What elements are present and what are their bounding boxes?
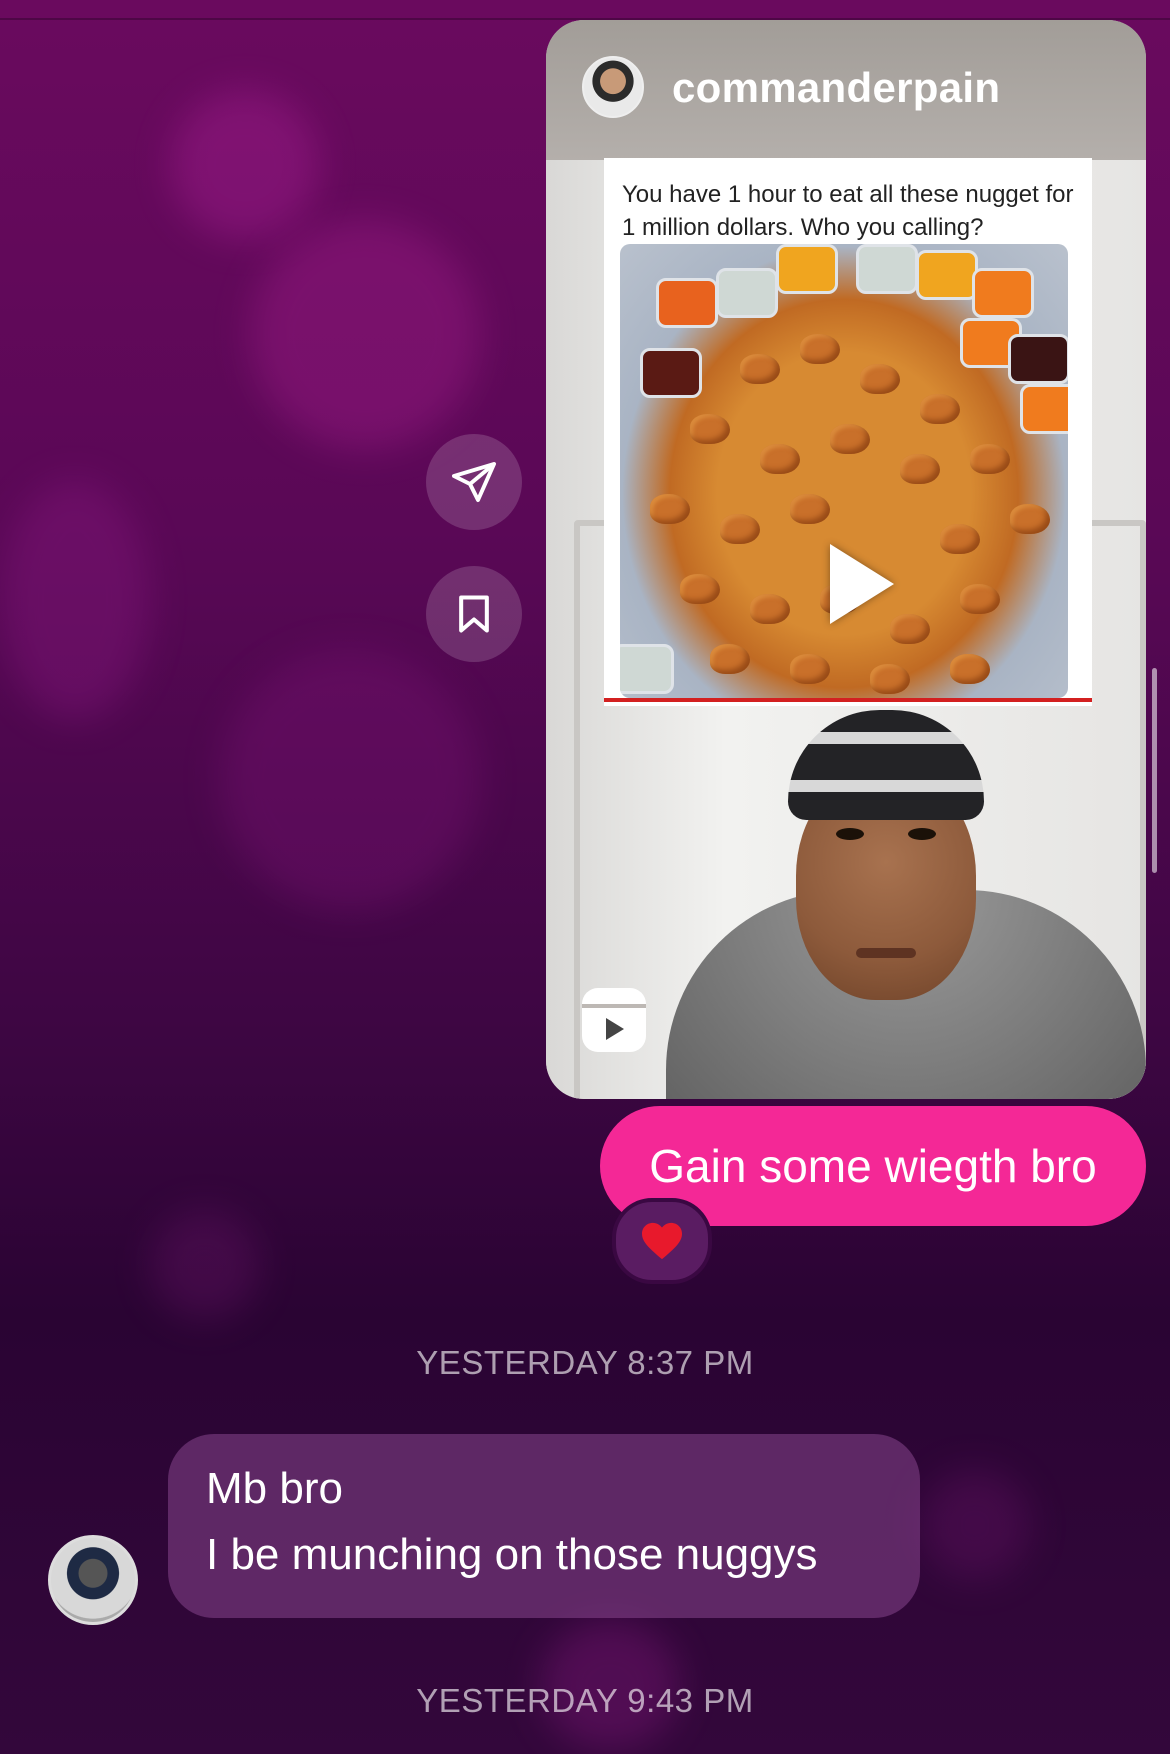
sauce-cup bbox=[856, 244, 918, 294]
reel-author-avatar[interactable] bbox=[582, 56, 644, 118]
nugget bbox=[650, 494, 690, 524]
nugget bbox=[870, 664, 910, 694]
background-heart bbox=[150, 1210, 260, 1320]
message-timestamp: YESTERDAY 8:37 PM bbox=[416, 1344, 754, 1381]
sauce-cup bbox=[972, 268, 1034, 318]
save-button[interactable] bbox=[426, 566, 522, 662]
mouth bbox=[856, 948, 916, 958]
nugget bbox=[720, 514, 760, 544]
nugget bbox=[1010, 504, 1050, 534]
sauce-cup bbox=[656, 278, 718, 328]
nugget bbox=[970, 444, 1010, 474]
received-message-bubble[interactable]: Mb bro I be munching on those nuggys bbox=[168, 1434, 920, 1618]
nugget bbox=[790, 494, 830, 524]
nugget bbox=[760, 444, 800, 474]
post-divider-line bbox=[604, 698, 1092, 702]
background-heart bbox=[250, 220, 480, 450]
sauce-cup bbox=[916, 250, 978, 300]
nugget bbox=[800, 334, 840, 364]
sauce-cup bbox=[776, 244, 838, 294]
nugget bbox=[790, 654, 830, 684]
shared-reel-card[interactable]: commanderpain You have 1 hour to eat all… bbox=[546, 20, 1146, 1099]
nugget-image bbox=[620, 244, 1068, 698]
sauce-cup bbox=[640, 348, 702, 398]
reel-header[interactable]: commanderpain bbox=[546, 20, 1146, 160]
background-heart bbox=[220, 650, 480, 910]
nugget bbox=[920, 394, 960, 424]
sent-message-text: Gain some wiegth bro bbox=[649, 1140, 1097, 1192]
reel-creator-video bbox=[646, 710, 1146, 1099]
nugget bbox=[740, 354, 780, 384]
play-icon[interactable] bbox=[830, 544, 894, 624]
reel-embedded-post: You have 1 hour to eat all these nugget … bbox=[604, 158, 1092, 706]
background-heart bbox=[0, 480, 150, 720]
beanie bbox=[788, 710, 984, 820]
red-heart-icon bbox=[642, 1222, 682, 1260]
bookmark-icon bbox=[459, 595, 489, 633]
nugget bbox=[890, 614, 930, 644]
paper-plane-icon bbox=[452, 462, 496, 502]
nugget bbox=[680, 574, 720, 604]
nugget bbox=[690, 414, 730, 444]
scrollbar[interactable] bbox=[1152, 668, 1157, 873]
nugget bbox=[950, 654, 990, 684]
received-message-line: Mb bro bbox=[206, 1464, 343, 1513]
nugget bbox=[960, 584, 1000, 614]
share-button[interactable] bbox=[426, 434, 522, 530]
sender-avatar[interactable] bbox=[48, 1535, 138, 1625]
nugget bbox=[940, 524, 980, 554]
eye bbox=[836, 828, 864, 840]
sauce-cup bbox=[716, 268, 778, 318]
nugget bbox=[830, 424, 870, 454]
sauce-cup bbox=[1020, 384, 1068, 434]
sauce-cup bbox=[620, 644, 674, 694]
sauce-cup bbox=[1008, 334, 1068, 384]
nugget bbox=[750, 594, 790, 624]
reel-author-username[interactable]: commanderpain bbox=[672, 64, 1000, 112]
background-heart bbox=[920, 1470, 1030, 1580]
reel-post-caption: You have 1 hour to eat all these nugget … bbox=[622, 181, 1074, 241]
nugget bbox=[900, 454, 940, 484]
background-heart bbox=[170, 90, 320, 240]
received-message-line: I be munching on those nuggys bbox=[206, 1530, 818, 1579]
reels-icon bbox=[582, 988, 646, 1052]
nugget bbox=[710, 644, 750, 674]
message-timestamp: YESTERDAY 9:43 PM bbox=[416, 1682, 754, 1719]
heart-reaction[interactable] bbox=[612, 1198, 712, 1284]
eye bbox=[908, 828, 936, 840]
nugget bbox=[860, 364, 900, 394]
